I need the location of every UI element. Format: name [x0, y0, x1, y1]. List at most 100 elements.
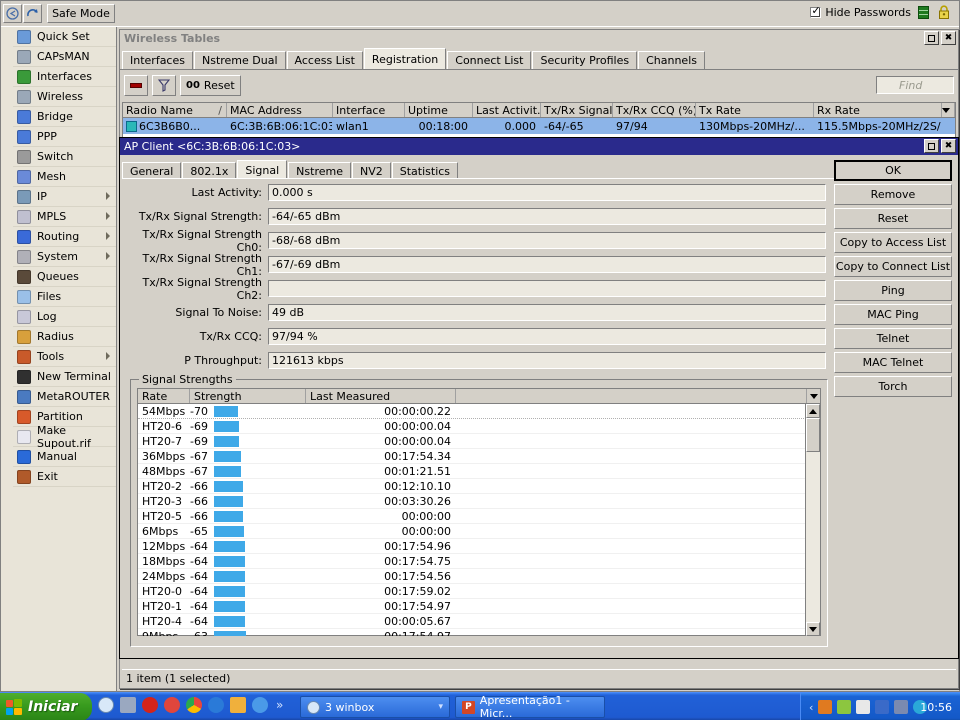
signal-strength-row[interactable]: HT20-1-6400:17:54.97	[138, 599, 806, 614]
sidebar-item-files[interactable]: Files	[13, 287, 116, 307]
sidebar-item-wireless[interactable]: Wireless	[13, 87, 116, 107]
tab-interfaces[interactable]: Interfaces	[122, 51, 193, 69]
record-icon[interactable]	[142, 697, 158, 713]
sidebar-item-manual[interactable]: Manual	[13, 447, 116, 467]
tab-nstreme[interactable]: Nstreme	[288, 162, 351, 179]
taskbar-item-winbox[interactable]: 3 winbox ▾	[300, 696, 450, 718]
clock[interactable]: 10:56	[920, 701, 952, 714]
taskbar-item-powerpoint[interactable]: P Apresentação1 - Micr...	[455, 696, 605, 718]
tab-security-profiles[interactable]: Security Profiles	[532, 51, 637, 69]
signal-strength-row[interactable]: 9Mbps-6300:17:54.97	[138, 629, 806, 636]
column-header-strength[interactable]: Strength	[190, 389, 306, 403]
field-value-signal-to-noise[interactable]: 49 dB	[268, 304, 826, 321]
sidebar-item-ip[interactable]: IP	[13, 187, 116, 207]
sidebar-item-routing[interactable]: Routing	[13, 227, 116, 247]
show-hidden-icon[interactable]: ‹	[809, 701, 813, 714]
tab-channels[interactable]: Channels	[638, 51, 705, 69]
tab-802-1x[interactable]: 802.1x	[182, 162, 236, 179]
audio-icon[interactable]	[818, 700, 832, 714]
sidebar-item-system[interactable]: System	[13, 247, 116, 267]
signal-strength-row[interactable]: HT20-7-6900:00:00.04	[138, 434, 806, 449]
signal-strength-row[interactable]: HT20-0-6400:17:59.02	[138, 584, 806, 599]
signal-strength-row[interactable]: HT20-3-6600:03:30.26	[138, 494, 806, 509]
sidebar-item-capsman[interactable]: CAPsMAN	[13, 47, 116, 67]
signal-strength-row[interactable]: HT20-4-6400:00:05.67	[138, 614, 806, 629]
field-value-tx-rx-signal-strength-ch2[interactable]	[268, 280, 826, 297]
copy-to-access-list-button[interactable]: Copy to Access List	[834, 232, 952, 253]
field-value-last-activity[interactable]: 0.000 s	[268, 184, 826, 201]
copy-to-connect-list-button[interactable]: Copy to Connect List	[834, 256, 952, 277]
remove-button[interactable]: Remove	[834, 184, 952, 205]
tab-connect-list[interactable]: Connect List	[447, 51, 531, 69]
chevron-down-icon[interactable]	[806, 389, 820, 403]
sidebar-item-mesh[interactable]: Mesh	[13, 167, 116, 187]
sidebar-item-queues[interactable]: Queues	[13, 267, 116, 287]
tab-statistics[interactable]: Statistics	[392, 162, 458, 179]
ok-button[interactable]: OK	[834, 160, 952, 181]
tab-access-list[interactable]: Access List	[287, 51, 363, 69]
sidebar-item-bridge[interactable]: Bridge	[13, 107, 116, 127]
tab-nv2[interactable]: NV2	[352, 162, 391, 179]
maximize-button[interactable]	[924, 31, 939, 45]
column-header-rx-rate[interactable]: Rx Rate	[814, 103, 942, 117]
signal-strength-row[interactable]: HT20-6-6900:00:00.04	[138, 419, 806, 434]
maximize-button[interactable]	[924, 139, 939, 153]
ping-button[interactable]: Ping	[834, 280, 952, 301]
reset-button[interactable]: 00 Reset	[180, 75, 241, 96]
telnet-button[interactable]: Telnet	[834, 328, 952, 349]
mac-ping-button[interactable]: MAC Ping	[834, 304, 952, 325]
torch-button[interactable]: Torch	[834, 376, 952, 397]
signal-strength-row[interactable]: 48Mbps-6700:01:21.51	[138, 464, 806, 479]
signal-strength-row[interactable]: 6Mbps-6500:00:00	[138, 524, 806, 539]
paint-icon[interactable]	[856, 700, 870, 714]
folder-icon[interactable]	[230, 697, 246, 713]
mac-telnet-button[interactable]: MAC Telnet	[834, 352, 952, 373]
tab-general[interactable]: General	[122, 162, 181, 179]
sidebar-item-exit[interactable]: Exit	[13, 467, 116, 487]
tab-nstreme-dual[interactable]: Nstreme Dual	[194, 51, 286, 69]
sidebar-item-log[interactable]: Log	[13, 307, 116, 327]
column-header-mac-address[interactable]: MAC Address	[227, 103, 333, 117]
media-icon[interactable]	[208, 697, 224, 713]
column-header-radio-name[interactable]: Radio Name/	[123, 103, 227, 117]
winbox-icon[interactable]	[98, 697, 114, 713]
sidebar-item-mpls[interactable]: MPLS	[13, 207, 116, 227]
signal-strength-row[interactable]: HT20-2-6600:12:10.10	[138, 479, 806, 494]
back-arrow-icon[interactable]	[3, 4, 22, 23]
scroll-down-button[interactable]	[806, 622, 820, 636]
field-value-tx-rx-signal-strength-ch1[interactable]: -67/-69 dBm	[268, 256, 826, 273]
display-icon[interactable]	[875, 700, 889, 714]
signal-strength-row[interactable]: 18Mbps-6400:17:54.75	[138, 554, 806, 569]
sidebar-item-switch[interactable]: Switch	[13, 147, 116, 167]
close-icon[interactable]: ✖	[941, 31, 956, 45]
sidebar-item-new-terminal[interactable]: New Terminal	[13, 367, 116, 387]
sidebar-item-quick-set[interactable]: Quick Set	[13, 27, 116, 47]
reset-button[interactable]: Reset	[834, 208, 952, 229]
column-header-last-measured[interactable]: Last Measured	[306, 389, 456, 403]
update-icon[interactable]	[252, 697, 268, 713]
scroll-up-button[interactable]	[806, 404, 820, 418]
signal-strength-row[interactable]: 12Mbps-6400:17:54.96	[138, 539, 806, 554]
filter-funnel-icon[interactable]	[152, 75, 176, 96]
sidebar-item-radius[interactable]: Radius	[13, 327, 116, 347]
start-button[interactable]: Iniciar	[0, 693, 92, 720]
sidebar-item-ppp[interactable]: PPP	[13, 127, 116, 147]
chevron-down-icon[interactable]	[942, 108, 950, 113]
column-header-last-activit[interactable]: Last Activit...	[473, 103, 541, 117]
field-value-tx-rx-signal-strength[interactable]: -64/-65 dBm	[268, 208, 826, 225]
chevron-down-icon[interactable]: ▾	[438, 702, 443, 712]
remove-icon[interactable]	[124, 75, 148, 96]
signal-strength-row[interactable]: 36Mbps-6700:17:54.34	[138, 449, 806, 464]
column-header-uptime[interactable]: Uptime	[405, 103, 473, 117]
chrome-icon[interactable]	[186, 697, 202, 713]
overflow-chevron-icon[interactable]: »	[276, 698, 283, 712]
close-icon[interactable]: ✖	[941, 139, 956, 153]
sidebar-item-make-supout-rif[interactable]: Make Supout.rif	[13, 427, 116, 447]
tab-signal[interactable]: Signal	[237, 160, 287, 179]
column-header-interface[interactable]: Interface	[333, 103, 405, 117]
column-header-tx-rx-signal[interactable]: Tx/Rx Signal ...	[541, 103, 613, 117]
sidebar-item-metarouter[interactable]: MetaROUTER	[13, 387, 116, 407]
signal-strength-row[interactable]: HT20-5-6600:00:00	[138, 509, 806, 524]
sidebar-item-tools[interactable]: Tools	[13, 347, 116, 367]
network-icon[interactable]	[120, 697, 136, 713]
